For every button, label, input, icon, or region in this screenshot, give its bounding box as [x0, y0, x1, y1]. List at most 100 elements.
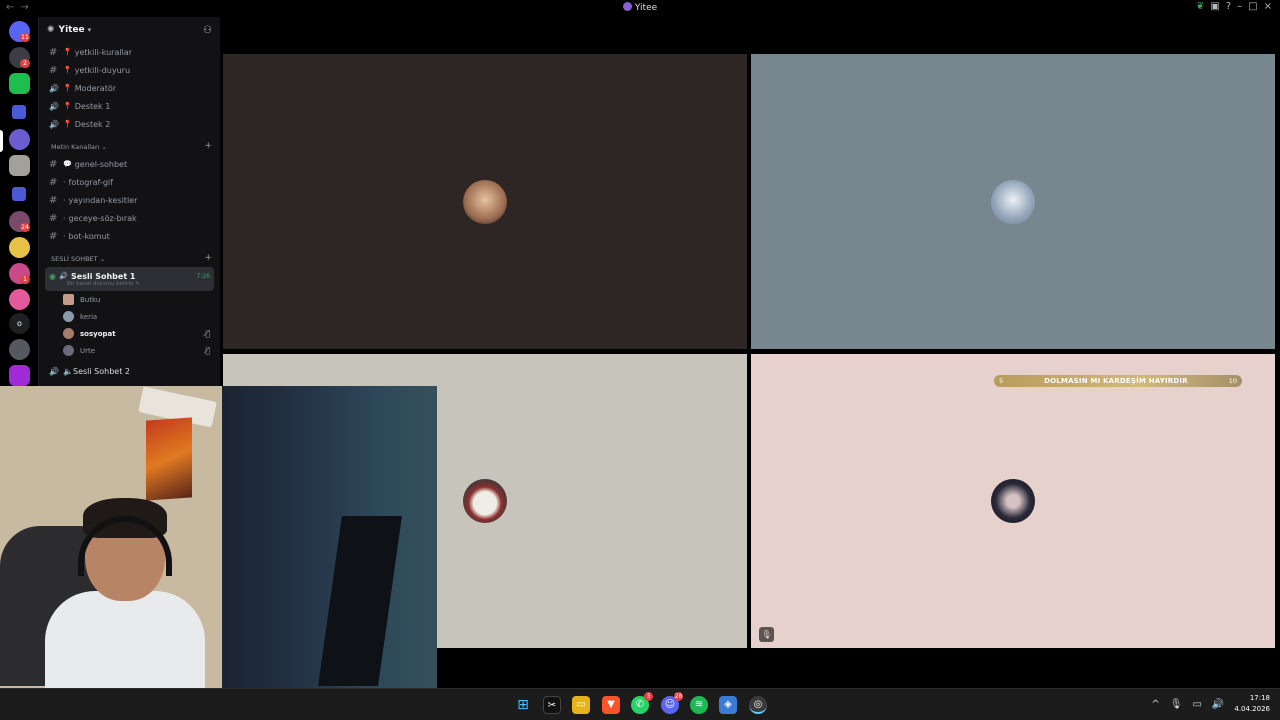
pin-icon: 📍 [63, 102, 72, 110]
voice-connected-icon: ◉ [49, 271, 56, 281]
close-button[interactable]: × [1264, 1, 1272, 12]
server-icon [622, 2, 632, 11]
video-tile-4[interactable]: 5 DOLMASIN MI KARDEŞİM HAYIRDIR 10 🎙 [751, 354, 1275, 648]
channel-genel-sohbet[interactable]: # 💬 genel-sohbet [39, 155, 220, 173]
hash-icon: # [49, 158, 58, 170]
leaf-icon[interactable]: ❦ [1196, 1, 1204, 12]
system-tray: ^ 🎙 ▭ 🔊 17:18 4.04.2026 [1151, 693, 1270, 715]
add-channel-icon[interactable]: + [204, 253, 212, 263]
home-badge: 11 [20, 33, 30, 42]
discord-icon[interactable]: ☺ 28 [661, 692, 683, 714]
hash-icon: # [49, 176, 58, 188]
minimize-button[interactable]: – [1237, 1, 1242, 12]
participant-avatar [463, 479, 507, 523]
server-icon-8[interactable]: o [9, 313, 30, 334]
participant-avatar [991, 479, 1035, 523]
server-icon-3[interactable] [9, 129, 30, 150]
speaker-icon-2: 🔈 [63, 366, 73, 376]
speaker-icon: 🔊 [59, 272, 68, 280]
chevron-down-icon: ▾ [87, 26, 92, 34]
server-badge-6: 1 [20, 275, 30, 284]
inbox-icon[interactable]: ▣ [1210, 1, 1219, 12]
brave-icon[interactable]: ▼ [602, 696, 620, 714]
server-header[interactable]: ✺ Yitee ▾ ⚇ [39, 17, 220, 43]
webcam-overlay [0, 386, 437, 688]
help-icon[interactable]: ? [1226, 1, 1231, 12]
avatar [63, 294, 74, 305]
server-badge-4: 24 [20, 223, 30, 232]
voice-user-urte[interactable]: Urte 🎙̸ [39, 342, 220, 359]
channel-destek-1[interactable]: 🔊 📍 Destek 1 [39, 97, 220, 115]
server-icon-2[interactable] [9, 73, 30, 94]
channel-yetkili-kurallar[interactable]: # 📍 yetkili-kurallar [39, 43, 220, 61]
mic-muted-icon: 🎙̸ [205, 329, 210, 338]
speaker-icon: 🔊 [49, 83, 59, 93]
microphone-icon[interactable]: 🎙 [1170, 699, 1183, 710]
channel-moderator[interactable]: 🔊 📍 Moderatör [39, 79, 220, 97]
invite-icon[interactable]: ⚇ [203, 25, 212, 36]
display-icon[interactable]: ▭ [1192, 699, 1201, 710]
channel-bot-komut[interactable]: # · bot-komut [39, 227, 220, 245]
pin-icon: 📍 [63, 48, 72, 56]
channel-yayindan-kesitler[interactable]: # · yayından-kesitler [39, 191, 220, 209]
mic-muted-icon: 🎙̸ [205, 346, 210, 355]
channel-sesli-sohbet-2[interactable]: 🔊 🔈 Sesli Sohbet 2 [39, 362, 220, 380]
channel-yetkili-duyuru[interactable]: # 📍 yetkili-duyuru [39, 61, 220, 79]
voice-user-butku[interactable]: Butku [39, 291, 220, 308]
network-tool-icon[interactable]: ◈ [719, 696, 737, 714]
streamer [45, 496, 205, 688]
server-badge-1: 2 [20, 59, 30, 68]
category-sesli-sohbet[interactable]: SESLİ SOHBET ⌄ + [39, 245, 220, 267]
channel-sesli-sohbet-1[interactable]: ◉ 🔊 Sesli Sohbet 1 7:26 Bir kanal durumu… [45, 267, 214, 291]
speaker-icon: 🔊 [49, 366, 59, 376]
title-bar: ←→ Yitee ❦ ▣ ? – □ × [0, 0, 1280, 17]
capcut-icon[interactable]: ✂ [543, 696, 561, 714]
server-icon-9[interactable] [9, 339, 30, 360]
speaker-icon: 🔊 [49, 101, 59, 111]
window-controls: ❦ ▣ ? – □ × [1196, 1, 1272, 12]
whatsapp-icon[interactable]: ✆ 3 [631, 692, 653, 714]
server-name: Yitee [58, 25, 85, 35]
boost-progress-bar: 5 DOLMASIN MI KARDEŞİM HAYIRDIR 10 [994, 375, 1242, 387]
server-icon-7[interactable] [9, 289, 30, 310]
channel-fotograf-gif[interactable]: # · fotograf-gif [39, 173, 220, 191]
server-rail: 11 2 24 1 o [0, 17, 38, 387]
taskbar: ⊞ ✂ ▭ ▼ ✆ 3 ☺ 28 ≋ ◈ ◎ ^ 🎙 ▭ 🔊 17:18 4.04.… [0, 688, 1280, 720]
spotify-icon[interactable]: ≋ [690, 696, 708, 714]
folder-icon[interactable] [12, 105, 26, 119]
clock[interactable]: 17:18 4.04.2026 [1234, 693, 1270, 715]
voice-user-keria[interactable]: keria [39, 308, 220, 325]
chevron-up-icon[interactable]: ^ [1151, 699, 1159, 710]
channel-sidebar: ✺ Yitee ▾ ⚇ # 📍 yetkili-kurallar # 📍 yetkili… [38, 17, 220, 387]
volume-icon[interactable]: 🔊 [1212, 699, 1224, 710]
windows-start-icon[interactable]: ⊞ [514, 696, 532, 714]
server-icon-10[interactable] [9, 365, 30, 386]
pin-icon: 📍 [63, 66, 72, 74]
server-icon-5[interactable] [9, 237, 30, 258]
participant-avatar [991, 179, 1035, 224]
avatar [63, 311, 74, 322]
hash-icon: # [49, 194, 58, 206]
pin-icon: 📍 [63, 84, 72, 92]
video-tile-1[interactable] [223, 54, 747, 349]
video-tile-2[interactable] [751, 54, 1275, 349]
voice-user-sosyopat[interactable]: sosyopat 🎙̸ [39, 325, 220, 342]
category-metin-kanallari[interactable]: Metin Kanalları ⌄ + [39, 133, 220, 155]
channel-status[interactable]: Bir kanal durumu belirle ✎ [49, 281, 140, 287]
mic-muted-icon: 🎙 [759, 627, 774, 642]
hash-icon: # [49, 230, 58, 242]
channel-geceye-soz-birak[interactable]: # · geceye-söz-bırak [39, 209, 220, 227]
file-explorer-icon[interactable]: ▭ [572, 696, 590, 714]
add-channel-icon[interactable]: + [204, 141, 212, 151]
channel-destek-2[interactable]: 🔊 📍 Destek 2 [39, 115, 220, 133]
participant-avatar [463, 179, 507, 224]
window-title: Yitee [0, 2, 1280, 13]
server-boost-icon: ✺ [47, 25, 55, 35]
maximize-button[interactable]: □ [1248, 1, 1257, 12]
hash-icon: # [49, 64, 58, 76]
folder-icon-2[interactable] [12, 187, 26, 201]
discord-dev-icon[interactable]: ◎ [749, 696, 767, 714]
speaker-icon: 🔊 [49, 119, 59, 129]
hash-icon: # [49, 46, 58, 58]
server-icon-yitee[interactable] [9, 155, 30, 176]
